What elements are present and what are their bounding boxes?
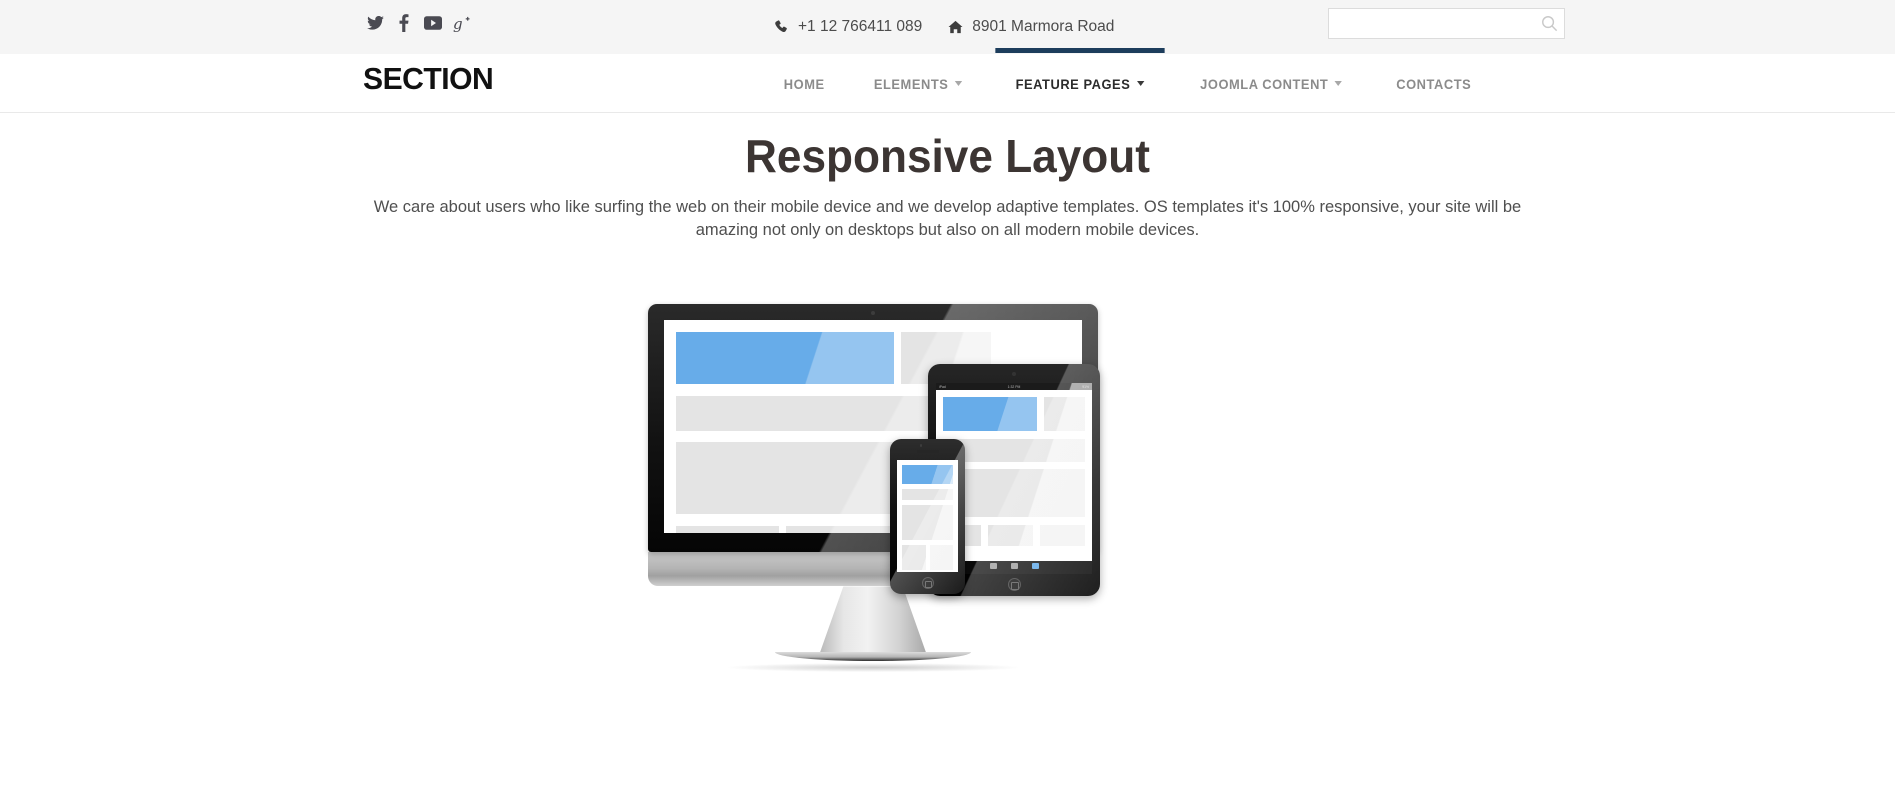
monitor-stand [820, 586, 926, 653]
chevron-down-icon [1334, 81, 1343, 86]
search-button[interactable] [1540, 14, 1559, 33]
main-content: Responsive Layout We care about users wh… [0, 113, 1895, 684]
monitor-shadow [728, 663, 1018, 673]
tablet-camera-icon [1012, 372, 1016, 377]
main-navigation: HOME ELEMENTS FEATURE PAGES JOOMLA CONTE… [760, 48, 1496, 113]
nav-label: FEATURE PAGES [1016, 75, 1131, 92]
wireframe-block [1044, 397, 1085, 432]
phone-info: +1 12 766411 089 [775, 19, 922, 35]
webcam-icon [871, 311, 875, 316]
tablet-status-bar: iPad 1:32 PM 91% [936, 383, 1092, 391]
dock-icon-safari[interactable] [1031, 563, 1040, 572]
contact-info: +1 12 766411 089 8901 Marmora Road [775, 0, 1114, 54]
phone-icon [775, 20, 787, 33]
nav-item-elements[interactable]: ELEMENTS [854, 54, 983, 113]
nav-item-contacts[interactable]: CONTACTS [1376, 54, 1492, 113]
wireframe-banner [943, 397, 1038, 432]
page-title: Responsive Layout [745, 130, 1150, 182]
tablet-home-button[interactable] [1007, 578, 1021, 592]
nav-item-joomla-content[interactable]: JOOMLA CONTENT [1180, 54, 1362, 113]
nav-label: ELEMENTS [874, 75, 949, 92]
nav-label: HOME [783, 75, 825, 92]
svg-text:g: g [453, 15, 463, 32]
social-links: g [366, 13, 471, 33]
status-carrier: iPad [939, 384, 946, 389]
phone-screen [897, 460, 958, 573]
address-text: 8901 Marmora Road [972, 18, 1115, 36]
home-icon [948, 20, 963, 34]
wireframe-block [902, 505, 953, 541]
wireframe-block [902, 545, 926, 571]
twitter-icon[interactable] [366, 13, 384, 33]
phone-home-button[interactable] [921, 577, 934, 590]
wireframe-block [1039, 525, 1085, 547]
wireframe-block [676, 526, 779, 534]
phone-camera-icon [919, 444, 923, 448]
phone-wireframe [897, 460, 958, 572]
dock-icon-photos[interactable] [989, 563, 998, 572]
status-time: 1:32 PM [1007, 384, 1021, 389]
top-bar: g +1 12 766411 089 8901 Marmora Road [0, 0, 1895, 54]
site-logo[interactable]: SECTION [363, 63, 494, 94]
phone-device [890, 439, 965, 595]
nav-label: JOOMLA CONTENT [1200, 75, 1329, 92]
monitor-base [775, 652, 971, 662]
googleplus-icon[interactable]: g [453, 13, 471, 33]
nav-label: CONTACTS [1395, 75, 1471, 92]
status-battery: 91% [1082, 384, 1089, 389]
chevron-down-icon [955, 81, 963, 86]
wireframe-banner [902, 465, 953, 485]
dock-icon-phone[interactable] [1010, 563, 1019, 572]
search-box[interactable] [1328, 8, 1565, 39]
search-icon [1542, 16, 1558, 32]
responsive-devices-illustration: iPad 1:32 PM 91% [0, 264, 1895, 684]
facebook-icon[interactable] [395, 13, 413, 33]
search-input[interactable] [1328, 8, 1565, 39]
phone-number: +1 12 766411 089 [798, 18, 923, 36]
nav-item-feature-pages[interactable]: FEATURE PAGES [995, 48, 1165, 113]
intro-paragraph: We care about users who like surfing the… [373, 197, 1522, 240]
address-info: 8901 Marmora Road [948, 19, 1114, 35]
site-header: SECTION HOME ELEMENTS FEATURE PAGES JOOM… [0, 48, 1895, 113]
wireframe-block [987, 525, 1033, 547]
chevron-down-icon [1137, 81, 1145, 86]
nav-item-home[interactable]: HOME [764, 54, 845, 113]
phone-speaker-icon [916, 450, 939, 453]
wireframe-block [902, 489, 953, 501]
wireframe-block [929, 545, 953, 571]
wireframe-banner [676, 332, 894, 385]
youtube-icon[interactable] [424, 13, 442, 33]
